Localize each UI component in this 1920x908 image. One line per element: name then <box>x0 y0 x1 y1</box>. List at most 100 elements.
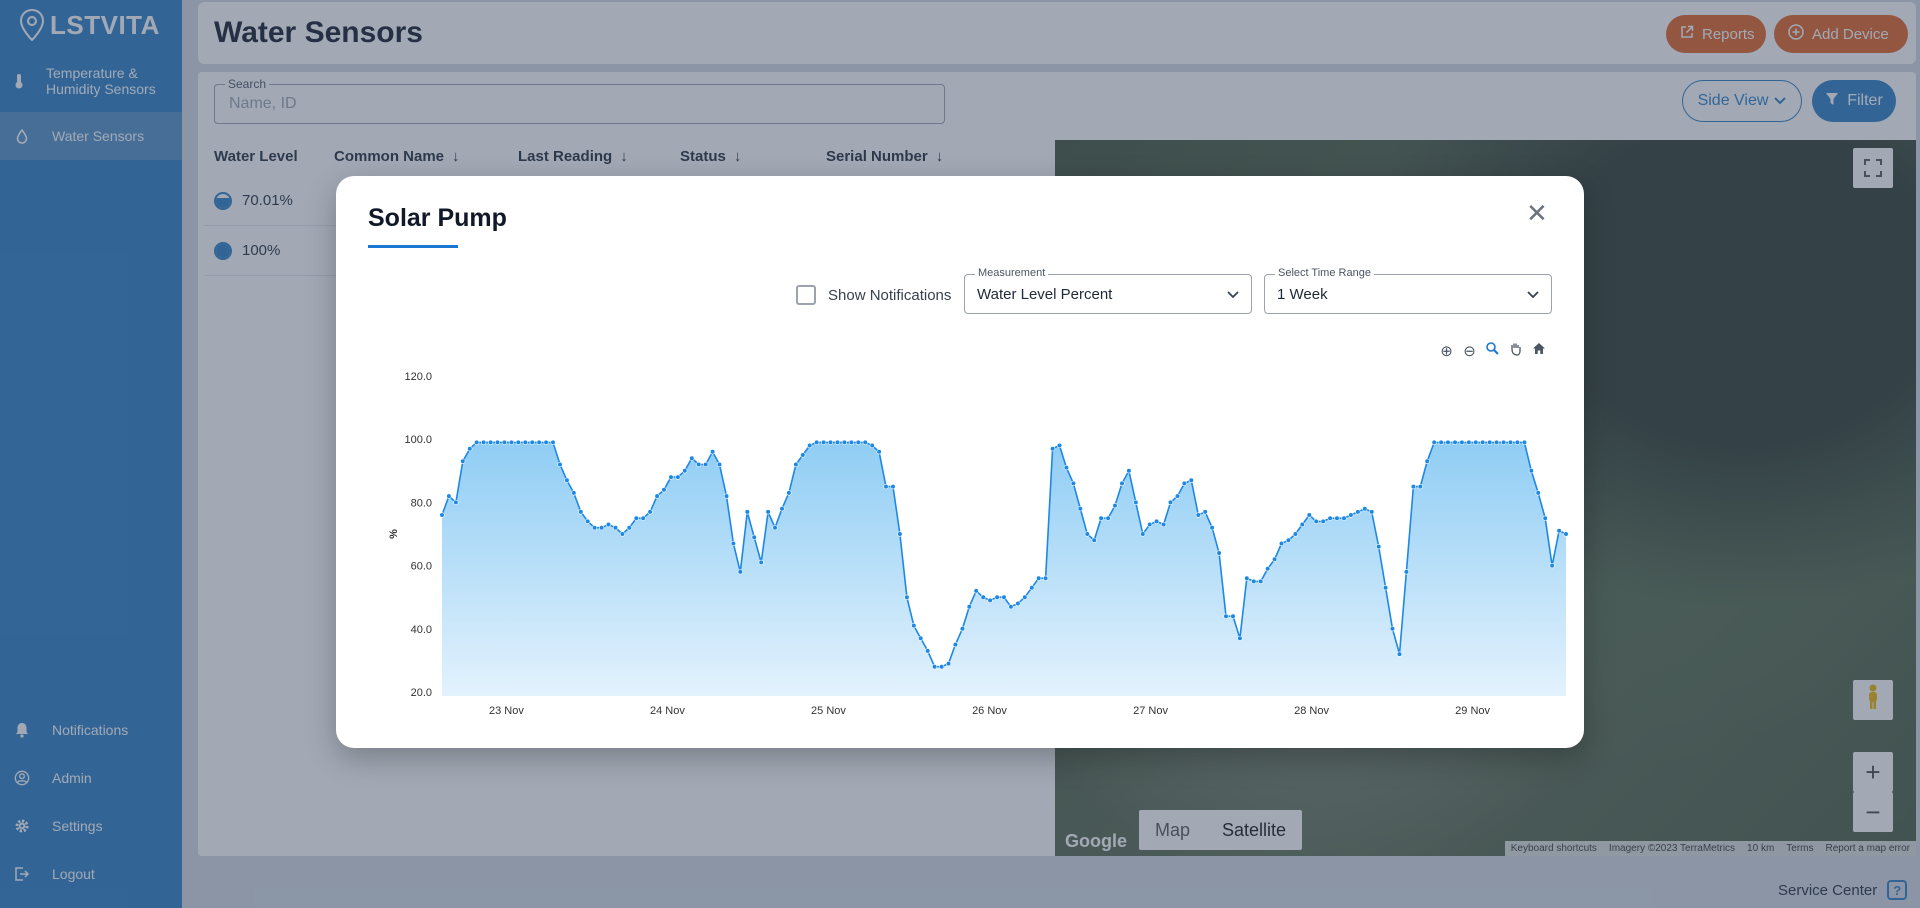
y-tick-label: 80.0 <box>411 497 432 509</box>
data-point <box>661 487 667 493</box>
data-point <box>1077 506 1083 512</box>
data-point <box>890 484 896 490</box>
data-point <box>855 439 861 445</box>
data-point <box>1160 521 1167 528</box>
data-point <box>1195 512 1201 518</box>
data-point <box>1549 563 1555 569</box>
water-level-chart[interactable]: 120.0 100.0 80.0 60.0 40.0 20.0% 23 Nov 24 Nov 2… <box>356 348 1576 728</box>
data-point <box>1514 439 1520 445</box>
data-point <box>1223 613 1229 619</box>
data-point <box>1091 537 1097 543</box>
show-notifications-toggle[interactable]: Show Notifications <box>796 285 951 305</box>
data-point <box>1535 490 1541 496</box>
data-point <box>1403 569 1409 575</box>
data-point <box>1029 585 1035 591</box>
data-point <box>703 461 709 468</box>
data-point <box>814 439 820 445</box>
data-point <box>1063 464 1070 471</box>
data-point <box>1147 521 1153 528</box>
data-point <box>786 490 792 496</box>
data-point <box>1230 613 1236 619</box>
y-tick-label: 120.0 <box>404 371 432 383</box>
data-point <box>605 521 612 528</box>
close-icon[interactable]: ✕ <box>1526 200 1548 226</box>
data-point <box>1209 525 1215 531</box>
data-point <box>564 477 570 483</box>
x-tick-label: 26 Nov <box>972 705 1007 717</box>
data-point <box>994 594 1000 600</box>
data-point <box>980 594 986 600</box>
data-point <box>453 499 459 505</box>
data-point <box>1133 499 1139 505</box>
data-point <box>599 525 605 531</box>
data-point <box>592 525 598 531</box>
data-point <box>1022 594 1028 600</box>
data-point <box>1500 439 1507 445</box>
y-tick-label: 20.0 <box>411 687 432 699</box>
data-point <box>1105 515 1111 521</box>
data-point <box>945 661 952 667</box>
data-point <box>1181 480 1188 486</box>
data-point <box>612 525 619 531</box>
data-point <box>1237 635 1243 641</box>
data-point <box>1049 446 1056 452</box>
modal-title: Solar Pump <box>368 204 507 232</box>
data-point <box>800 452 806 458</box>
data-point <box>1396 651 1403 657</box>
measurement-select[interactable]: Measurement Water Level Percent <box>964 267 1252 314</box>
data-point <box>1278 540 1285 547</box>
data-point <box>1056 442 1063 449</box>
data-point <box>474 439 480 445</box>
data-point <box>1493 439 1500 445</box>
data-point <box>848 439 855 445</box>
data-point <box>1438 439 1444 445</box>
data-point <box>689 455 695 461</box>
data-point <box>793 461 799 468</box>
data-point <box>1327 515 1333 521</box>
data-point <box>1036 575 1042 581</box>
data-point <box>758 559 764 565</box>
data-point <box>1015 600 1021 607</box>
data-point <box>925 648 931 654</box>
data-point <box>1466 439 1472 445</box>
data-point <box>1258 578 1264 584</box>
data-point <box>557 461 563 468</box>
data-point <box>1389 626 1396 632</box>
data-point <box>1320 518 1326 524</box>
data-point <box>1480 439 1486 445</box>
data-point <box>494 439 501 445</box>
data-point <box>550 439 556 445</box>
data-point <box>952 642 959 648</box>
data-point <box>1452 439 1458 445</box>
data-point <box>737 569 743 575</box>
data-point <box>501 439 507 445</box>
data-point <box>1459 439 1465 445</box>
data-point <box>578 509 584 515</box>
data-point <box>987 597 993 603</box>
data-point <box>1369 509 1375 515</box>
data-point <box>619 531 626 537</box>
data-point <box>904 594 910 600</box>
show-notifications-checkbox[interactable] <box>796 285 816 305</box>
data-point <box>633 515 639 521</box>
data-point <box>585 518 591 524</box>
data-point <box>1084 531 1090 537</box>
data-point <box>966 604 972 610</box>
data-point <box>1528 468 1534 474</box>
show-notifications-label: Show Notifications <box>828 286 952 304</box>
data-point <box>460 458 466 464</box>
data-point <box>1341 515 1347 521</box>
device-chart-modal: Solar Pump ✕ Show Notifications Measurem… <box>336 176 1584 748</box>
data-point <box>1306 512 1312 518</box>
series-area <box>442 442 1566 696</box>
time-range-select[interactable]: Select Time Range 1 Week <box>1264 267 1552 314</box>
data-point <box>1216 550 1222 556</box>
data-point <box>730 540 737 547</box>
x-tick-label: 25 Nov <box>811 705 846 717</box>
data-point <box>1098 515 1104 521</box>
data-point <box>439 512 445 518</box>
data-point <box>508 439 514 445</box>
data-point <box>515 439 521 445</box>
data-point <box>1362 506 1368 512</box>
data-point <box>1008 604 1014 610</box>
